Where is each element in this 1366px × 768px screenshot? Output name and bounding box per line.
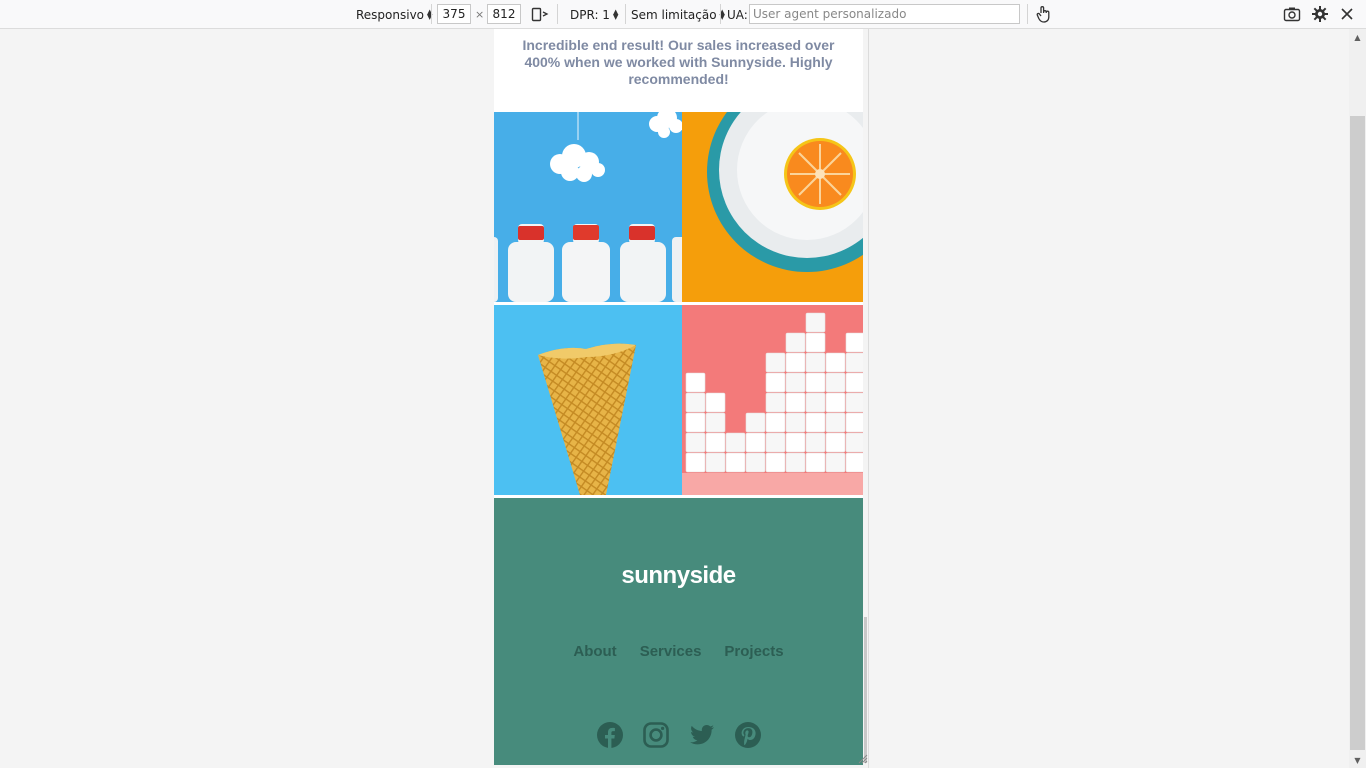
facebook-icon[interactable]: [596, 722, 623, 748]
footer-nav: About Services Projects: [494, 643, 863, 660]
throttle-select[interactable]: Sem limitação ▲ ▼: [631, 0, 725, 29]
screenshot-icon[interactable]: [1283, 5, 1301, 23]
gallery-image-sugar-cubes: [682, 305, 863, 495]
gallery-image-milk-bottles: [494, 112, 682, 302]
footer-link-services[interactable]: Services: [640, 643, 702, 660]
device-viewport: Incredible end result! Our sales increas…: [494, 29, 863, 765]
footer-link-about[interactable]: About: [573, 643, 616, 660]
instagram-icon[interactable]: [642, 722, 669, 748]
viewport-scrollbar-thumb[interactable]: [864, 617, 867, 763]
gallery-image-orange-on-plate: [682, 112, 863, 302]
device-select[interactable]: Responsivo ▲ ▼: [356, 0, 432, 29]
testimonial-text: Incredible end result! Our sales increas…: [494, 29, 863, 112]
twitter-icon[interactable]: [689, 722, 715, 748]
responsive-toolbar: Responsivo ▲ ▼ 375 × 812 DPR: 1 ▲ ▼ Sem li…: [0, 0, 1366, 29]
site-footer: sunnyside About Services Projects: [494, 498, 863, 765]
throttle-label: Sem limitação: [631, 7, 717, 22]
settings-icon[interactable]: [1311, 5, 1329, 23]
page-scrollbar-thumb[interactable]: [1350, 116, 1365, 750]
width-input[interactable]: 375: [437, 4, 471, 24]
divider: [431, 4, 432, 24]
rotate-icon[interactable]: [531, 5, 549, 23]
dpr-label: DPR: 1: [570, 7, 610, 22]
ua-label: UA:: [727, 7, 748, 22]
scroll-up-arrow-icon[interactable]: ▲: [1349, 30, 1366, 44]
divider: [625, 4, 626, 24]
pinterest-icon[interactable]: [734, 722, 761, 748]
height-value: 812: [492, 7, 516, 21]
select-arrows-icon: ▲ ▼: [612, 7, 619, 21]
dimension-separator: ×: [475, 8, 485, 21]
scroll-down-arrow-icon[interactable]: ▼: [1349, 753, 1366, 767]
touch-icon[interactable]: [1035, 5, 1053, 23]
divider: [1027, 4, 1028, 24]
dpr-select[interactable]: DPR: 1 ▲ ▼: [570, 0, 618, 29]
gallery-image-ice-cream-cone: [494, 305, 682, 495]
footer-link-projects[interactable]: Projects: [724, 643, 783, 660]
user-agent-placeholder: User agent personalizado: [753, 7, 907, 21]
user-agent-input[interactable]: User agent personalizado: [749, 4, 1020, 24]
width-value: 375: [442, 7, 466, 21]
divider: [720, 4, 721, 24]
divider: [557, 4, 558, 24]
resize-grip-icon[interactable]: [856, 752, 868, 764]
close-icon[interactable]: [1338, 5, 1356, 23]
social-links: [494, 722, 863, 748]
device-select-label: Responsivo: [356, 7, 425, 22]
height-input[interactable]: 812: [487, 4, 521, 24]
footer-logo[interactable]: sunnyside: [494, 562, 863, 590]
